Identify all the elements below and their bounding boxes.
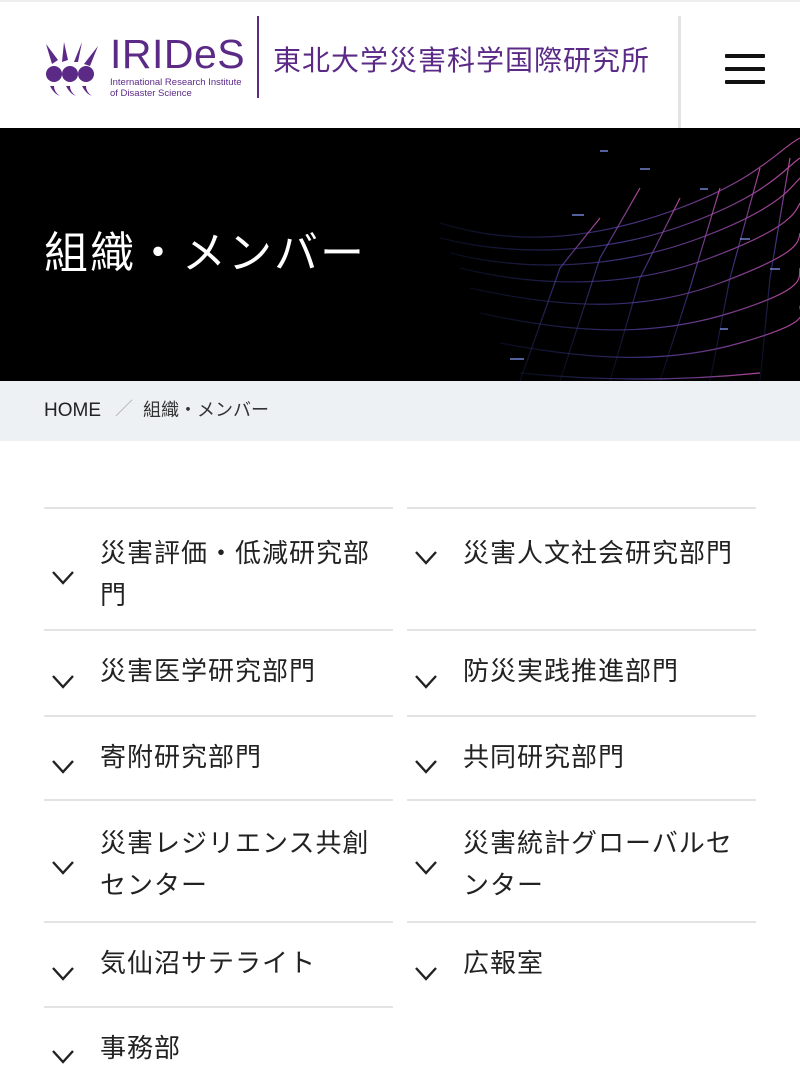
logo-subtitle-line1: International Research Institute — [110, 77, 242, 88]
department-label: 共同研究部門 — [463, 743, 626, 773]
chevron-down-icon — [52, 861, 74, 875]
menu-button[interactable] — [678, 16, 800, 130]
chevron-down-icon — [415, 967, 437, 981]
organization-name[interactable]: 東北大学災害科学国際研究所 — [273, 42, 650, 80]
department-item[interactable]: 災害レジリエンス共創センター — [44, 799, 393, 921]
department-label: 寄附研究部門 — [100, 743, 263, 773]
department-item[interactable]: 災害評価・低減研究部門 — [44, 507, 393, 629]
chevron-down-icon — [415, 760, 437, 774]
department-item[interactable]: 寄附研究部門 — [44, 715, 393, 799]
breadcrumb-separator: ／ — [115, 399, 133, 420]
breadcrumb-current: 組織・メンバー — [143, 400, 269, 421]
department-label: 災害評価・低減研究部門 — [100, 539, 371, 611]
department-label: 災害統計グローバルセンター — [463, 829, 733, 901]
iride-logo-icon[interactable] — [44, 40, 104, 98]
logo-subtitle-line2: of Disaster Science — [110, 88, 192, 99]
site-header: IRIDeS International Research Institute … — [0, 0, 800, 130]
chevron-down-icon — [415, 861, 437, 875]
hero-banner: 組織・メンバー — [0, 128, 800, 381]
department-label: 防災実践推進部門 — [463, 657, 680, 687]
department-item[interactable]: 災害医学研究部門 — [44, 629, 393, 715]
logo-divider — [257, 16, 259, 98]
department-item[interactable]: 気仙沼サテライト — [44, 921, 393, 1006]
department-label: 災害レジリエンス共創センター — [100, 829, 370, 901]
department-label: 災害医学研究部門 — [100, 657, 317, 687]
logo-wordmark[interactable]: IRIDeS — [110, 32, 245, 76]
department-item[interactable]: 共同研究部門 — [407, 715, 756, 799]
department-label: 気仙沼サテライト — [100, 949, 317, 979]
chevron-down-icon — [415, 675, 437, 689]
chevron-down-icon — [415, 551, 437, 565]
chevron-down-icon — [52, 967, 74, 981]
department-label: 広報室 — [463, 949, 545, 979]
page-title: 組織・メンバー — [44, 228, 366, 279]
department-item[interactable]: 災害統計グローバルセンター — [407, 799, 756, 921]
department-item[interactable]: 事務部 — [44, 1006, 393, 1084]
department-label: 災害人文社会研究部門 — [463, 539, 734, 569]
department-label: 事務部 — [100, 1034, 182, 1064]
chevron-down-icon — [52, 571, 74, 585]
breadcrumb: HOME ／ 組織・メンバー — [0, 381, 800, 441]
breadcrumb-home-link[interactable]: HOME — [44, 398, 101, 424]
chevron-down-icon — [52, 675, 74, 689]
department-item[interactable]: 広報室 — [407, 921, 756, 1006]
department-item[interactable]: 防災実践推進部門 — [407, 629, 756, 715]
department-item[interactable]: 災害人文社会研究部門 — [407, 507, 756, 629]
chevron-down-icon — [52, 760, 74, 774]
chevron-down-icon — [52, 1050, 74, 1064]
logo-subtitle: International Research Institute of Disa… — [110, 77, 242, 99]
